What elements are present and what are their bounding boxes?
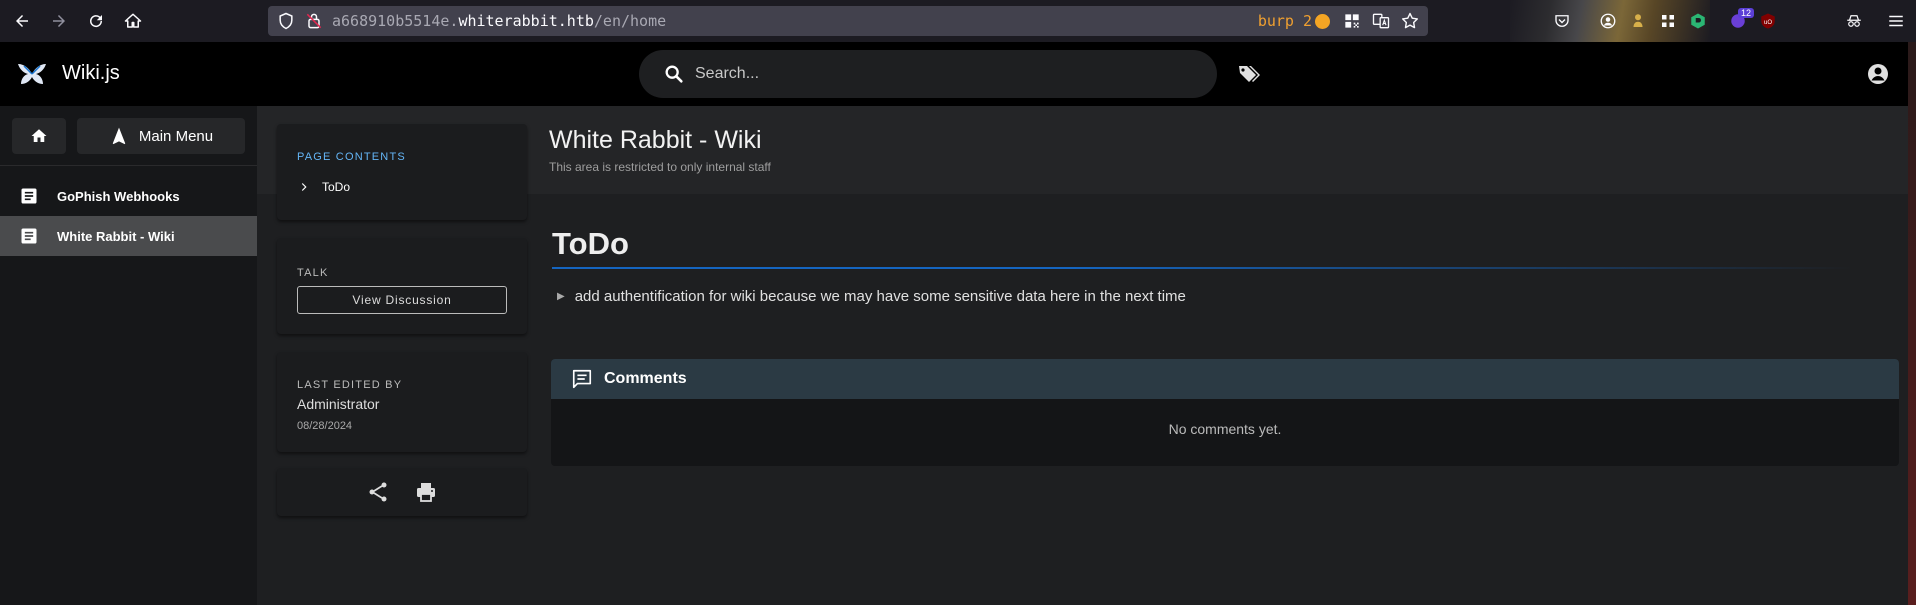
document-icon [21, 228, 37, 244]
triangle-right-icon: ▶ [557, 291, 565, 302]
back-button[interactable] [7, 6, 37, 36]
sidebar-item-white-rabbit-wiki[interactable]: White Rabbit - Wiki [0, 216, 257, 256]
sidebar-item-gophish-webhooks[interactable]: GoPhish Webhooks [0, 176, 257, 216]
reload-button[interactable] [81, 6, 111, 36]
last-edited-label: LAST EDITED BY [297, 379, 403, 391]
home-button[interactable] [12, 118, 66, 154]
home-page-button[interactable] [118, 6, 148, 36]
sidebar-divider [0, 165, 257, 166]
extension-hex-icon[interactable] [1688, 11, 1708, 31]
toc-label: PAGE CONTENTS [297, 151, 406, 163]
share-icon[interactable] [366, 480, 390, 504]
editor-name: Administrator [297, 396, 380, 412]
hamburger-menu-icon[interactable] [1886, 11, 1906, 31]
page-actions-card [277, 468, 527, 516]
talk-card: TALK View Discussion [277, 238, 527, 334]
talk-label: TALK [297, 267, 329, 279]
toc-card: PAGE CONTENTS ToDo [277, 124, 527, 220]
burp-label: burp 2 [1257, 12, 1312, 30]
reload-icon [90, 15, 103, 28]
forward-button[interactable] [44, 6, 74, 36]
last-edited-card: LAST EDITED BY Administrator 08/28/2024 [277, 352, 527, 452]
extension-grid-icon[interactable] [1658, 11, 1678, 31]
bookmark-star-icon[interactable] [1400, 11, 1420, 31]
main-menu-label: Main Menu [138, 127, 214, 145]
home-outline-icon [124, 13, 142, 28]
incognito-icon[interactable] [1844, 11, 1864, 31]
extension-figure-icon[interactable] [1628, 11, 1648, 31]
sidebar-item-label: White Rabbit - Wiki [57, 228, 175, 244]
shield-icon[interactable] [276, 11, 296, 31]
sidebar-item-label: GoPhish Webhooks [57, 188, 180, 204]
comments-section: Comments No comments yet. [551, 359, 1899, 466]
page-title: White Rabbit - Wiki [549, 126, 762, 154]
search-input[interactable] [695, 65, 1175, 83]
toc-item-label: ToDo [322, 180, 351, 194]
no-comments-text: No comments yet. [1168, 421, 1282, 437]
lock-icon[interactable] [304, 11, 324, 31]
document-icon [21, 188, 37, 204]
view-discussion-button[interactable]: View Discussion [297, 286, 507, 314]
pocket-icon[interactable] [1552, 11, 1572, 31]
burp-dot-icon [1315, 13, 1330, 29]
toc-item-todo[interactable]: ToDo [297, 180, 350, 194]
comments-header: Comments [551, 359, 1899, 399]
heading-underline [552, 267, 1852, 269]
translate-icon[interactable] [1371, 11, 1391, 31]
burp-proxy-indicator[interactable]: burp 2 [1258, 12, 1330, 30]
url-bar[interactable]: a668910b5514e.whiterabbit.htb/en/home bu… [268, 6, 1428, 36]
window-edge-strip [1908, 42, 1916, 605]
url-prefix: a668910b5514e. [332, 12, 459, 30]
url-text: a668910b5514e.whiterabbit.htb/en/home [332, 12, 666, 30]
url-host: whiterabbit.htb [458, 12, 594, 30]
tags-button[interactable] [1236, 62, 1260, 86]
main-content: PAGE CONTENTS ToDo TALK View Discussion … [257, 106, 1916, 605]
extension-badge: 12 [1738, 8, 1755, 18]
account-circle-icon[interactable] [1598, 11, 1618, 31]
main-menu-button[interactable]: Main Menu [77, 118, 245, 154]
print-icon[interactable] [414, 480, 438, 504]
chevron-right-icon [301, 183, 307, 191]
comment-icon [572, 369, 592, 389]
svg-text:uO: uO [1764, 20, 1772, 26]
page-description: This area is restricted to only internal… [549, 160, 771, 174]
ublock-origin-icon[interactable]: uO [1758, 11, 1778, 31]
browser-toolbar: a668910b5514e.whiterabbit.htb/en/home bu… [0, 0, 1916, 42]
comments-title: Comments [604, 370, 687, 387]
wikijs-logo-icon[interactable] [16, 60, 48, 88]
arrow-left-icon [16, 15, 28, 27]
home-icon [31, 129, 47, 142]
edit-date: 08/28/2024 [297, 420, 353, 432]
app-bar: Wiki.js [0, 42, 1916, 106]
url-path: /en/home [593, 12, 667, 30]
app-title[interactable]: Wiki.js [62, 62, 120, 85]
extensions-area: uO [1490, 0, 1916, 42]
tags-icon [1239, 66, 1260, 82]
content-heading: ToDo [552, 226, 629, 261]
details-summary[interactable]: ▶ add authentification for wiki because … [557, 288, 1186, 305]
account-circle-icon [1868, 64, 1888, 84]
search-icon [665, 65, 683, 83]
details-summary-text: add authentification for wiki because we… [574, 288, 1186, 305]
qr-code-icon[interactable] [1342, 11, 1362, 31]
search-box[interactable] [639, 50, 1217, 98]
account-button[interactable] [1866, 62, 1890, 86]
navigation-arrow-icon [112, 127, 126, 145]
nav-sidebar: Main Menu GoPhish Webhooks White Rabbit … [0, 106, 257, 605]
arrow-right-icon [53, 15, 65, 27]
